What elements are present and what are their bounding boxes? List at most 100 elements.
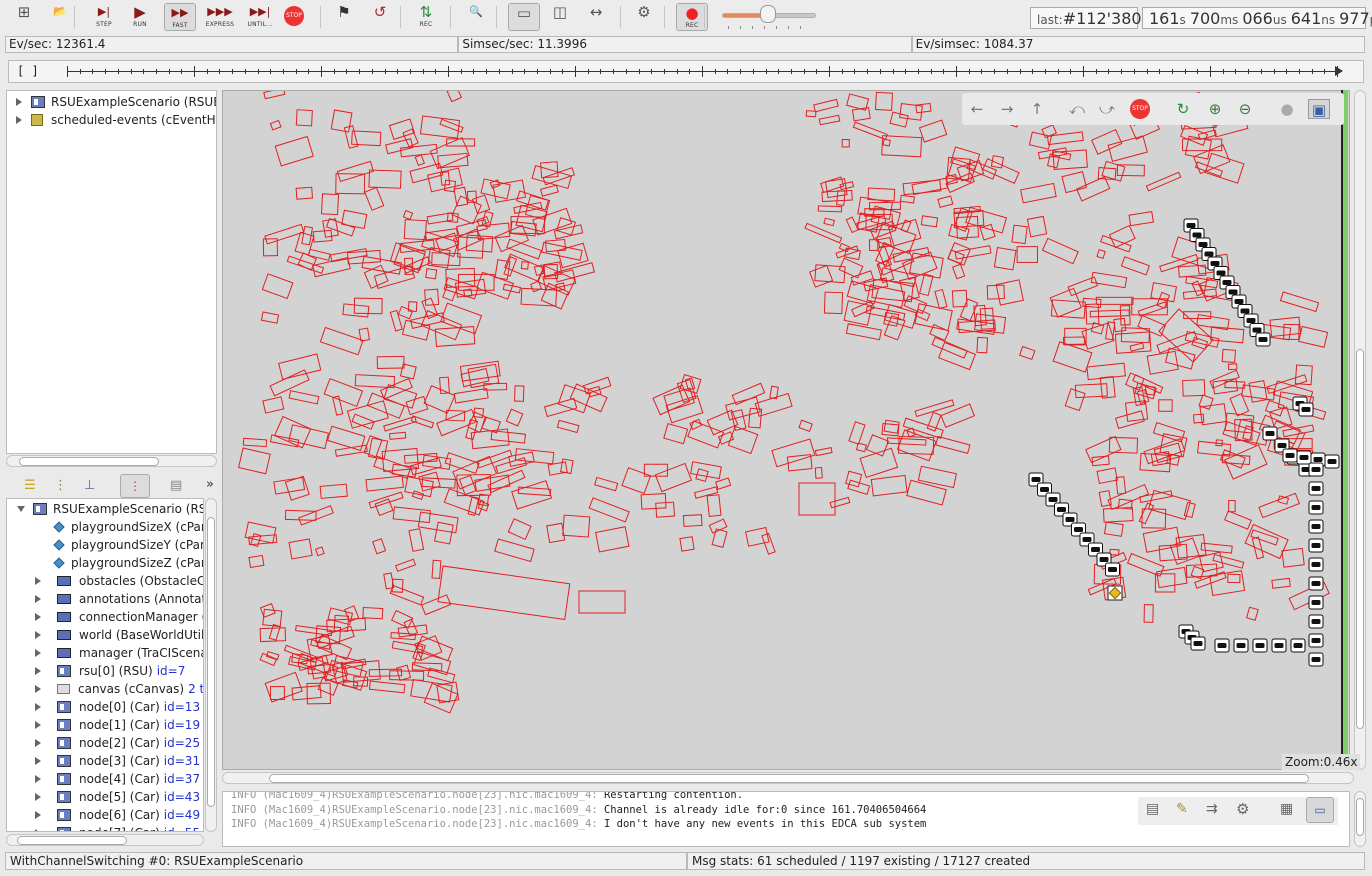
- inspector-item[interactable]: annotations (Annotation: [7, 590, 203, 608]
- car-node-icon[interactable]: [1290, 638, 1306, 653]
- scrollbar-thumb[interactable]: [1356, 798, 1364, 836]
- back-icon[interactable]: ←: [966, 99, 988, 119]
- group-by-package-icon[interactable]: ☰: [24, 478, 36, 493]
- car-node-icon[interactable]: [1214, 638, 1230, 653]
- car-node-icon[interactable]: [1308, 557, 1324, 572]
- expand-arrow-icon[interactable]: [35, 667, 41, 675]
- log-vscrollbar[interactable]: [1354, 791, 1366, 847]
- expand-arrow-icon[interactable]: [35, 613, 41, 621]
- inspector-root[interactable]: RSUExampleScenario (RSUE: [7, 500, 203, 518]
- copy-icon[interactable]: ▤: [1146, 801, 1159, 817]
- expand-arrow-icon[interactable]: [35, 577, 41, 585]
- car-node-icon[interactable]: [1324, 454, 1340, 469]
- step-button[interactable]: ▶| STEP: [88, 3, 120, 31]
- children-view-icon[interactable]: ⊥: [84, 478, 95, 493]
- inspector-item[interactable]: node[7] (Car) id=55: [7, 824, 200, 831]
- new-run-icon[interactable]: ⊞: [8, 3, 40, 31]
- collapse-arrow-icon[interactable]: [17, 506, 25, 512]
- more-icon[interactable]: »: [206, 477, 214, 492]
- run-button[interactable]: ▶ RUN: [124, 3, 156, 31]
- zoom-out-icon[interactable]: ⊖: [1234, 99, 1256, 119]
- inspector-item[interactable]: node[6] (Car) id=49: [7, 806, 200, 824]
- car-node-icon[interactable]: [1308, 538, 1324, 553]
- inspector-item[interactable]: obstacles (ObstacleCont: [7, 572, 203, 590]
- expand-arrow-icon[interactable]: [35, 811, 41, 819]
- car-node-icon[interactable]: [1308, 462, 1324, 477]
- canvas-hscrollbar[interactable]: [222, 772, 1354, 784]
- car-node-icon[interactable]: [1282, 448, 1298, 463]
- expand-arrow-icon[interactable]: [16, 116, 22, 124]
- car-node-icon[interactable]: [1308, 633, 1324, 648]
- car-node-icon[interactable]: [1255, 332, 1271, 347]
- expand-arrow-icon[interactable]: [35, 721, 41, 729]
- until-button[interactable]: ▶▶| UNTIL...: [244, 3, 276, 31]
- settings-icon[interactable]: ⚙: [628, 3, 660, 31]
- expand-arrow-icon[interactable]: [35, 685, 41, 693]
- network-canvas[interactable]: [222, 90, 1350, 770]
- inspector-item[interactable]: node[0] (Car) id=13: [7, 698, 200, 716]
- inspector-item[interactable]: node[3] (Car) id=31: [7, 752, 200, 770]
- open-icon[interactable]: 📂: [44, 3, 76, 31]
- car-node-icon[interactable]: [1262, 426, 1278, 441]
- messages-view-icon[interactable]: ▦: [1280, 801, 1293, 817]
- network-view-icon[interactable]: ▣: [1308, 99, 1330, 119]
- inspector-hscrollbar[interactable]: [6, 834, 204, 846]
- car-node-icon[interactable]: [1296, 450, 1312, 465]
- layout-horizontal-icon[interactable]: ▭: [508, 3, 540, 31]
- expand-arrow-icon[interactable]: [35, 739, 41, 747]
- car-node-icon[interactable]: [1252, 638, 1268, 653]
- canvas-vscrollbar[interactable]: [1354, 90, 1366, 770]
- inspector-item[interactable]: canvas (cCanvas)2 tople: [7, 680, 203, 698]
- timeline-toggle-icon[interactable]: ↔: [580, 3, 612, 31]
- filter-icon[interactable]: ⇉: [1206, 801, 1218, 817]
- find-icon[interactable]: 🔍: [460, 3, 492, 31]
- stop-icon[interactable]: STOP: [1130, 99, 1150, 119]
- scrollbar-thumb[interactable]: [19, 457, 159, 466]
- scrollbar-thumb[interactable]: [1356, 349, 1364, 729]
- inspector-item[interactable]: connectionManager (Cor: [7, 608, 203, 626]
- inspector-item[interactable]: playgroundSizeY (cPar) 2: [7, 536, 203, 554]
- car-node-icon[interactable]: [1298, 402, 1314, 417]
- expand-arrow-icon[interactable]: [35, 793, 41, 801]
- expand-arrow-icon[interactable]: [35, 829, 41, 831]
- inspector-item[interactable]: playgroundSizeZ (cPar) 5: [7, 554, 203, 572]
- speed-slider-handle[interactable]: [760, 5, 776, 23]
- zoom-in-icon[interactable]: ⊕: [1204, 99, 1226, 119]
- record-event-log-button[interactable]: ⇅ REC: [410, 3, 442, 31]
- up-icon[interactable]: ↑: [1026, 99, 1048, 119]
- inspector-vscrollbar[interactable]: [205, 498, 217, 832]
- log-view-icon[interactable]: ▭: [1306, 797, 1334, 823]
- inspector-item[interactable]: node[4] (Car) id=37: [7, 770, 200, 788]
- scrollbar-thumb[interactable]: [17, 836, 127, 845]
- layout-vertical-icon[interactable]: ◫: [544, 3, 576, 31]
- expand-arrow-icon[interactable]: [35, 703, 41, 711]
- flat-view-icon[interactable]: ⋮: [120, 474, 150, 498]
- car-node-icon[interactable]: [1308, 500, 1324, 515]
- express-button[interactable]: ▶▶▶ EXPRESS: [204, 3, 236, 31]
- car-node-icon[interactable]: [1308, 481, 1324, 496]
- inspect-icon[interactable]: ▤: [170, 478, 182, 493]
- expand-arrow-icon[interactable]: [35, 631, 41, 639]
- tree-item-scheduled-events[interactable]: scheduled-events (cEventHeap: [7, 111, 216, 129]
- zoom-in-step-icon[interactable]: ⤺: [1066, 99, 1088, 119]
- car-node-icon[interactable]: [1308, 576, 1324, 591]
- rebuild-icon[interactable]: ↺: [364, 3, 396, 31]
- find-icon[interactable]: ✎: [1176, 801, 1188, 817]
- forward-icon[interactable]: →: [996, 99, 1018, 119]
- fast-button[interactable]: ▶▶ FAST: [164, 3, 196, 31]
- scrollbar-thumb[interactable]: [207, 517, 215, 807]
- inspector-item[interactable]: node[5] (Car) id=43: [7, 788, 200, 806]
- inspector-item[interactable]: node[1] (Car) id=19: [7, 716, 200, 734]
- car-node-icon[interactable]: [1233, 638, 1249, 653]
- finish-flag-icon[interactable]: ⚑: [328, 3, 360, 31]
- car-node-icon[interactable]: [1271, 638, 1287, 653]
- inspector-item[interactable]: node[2] (Car) id=25: [7, 734, 200, 752]
- show-modules-icon[interactable]: ●: [1276, 99, 1298, 119]
- car-node-icon[interactable]: [1308, 614, 1324, 629]
- object-tree-hscrollbar[interactable]: [6, 455, 217, 467]
- event-timeline[interactable]: [ ]: [8, 60, 1364, 83]
- scrollbar-thumb[interactable]: [269, 774, 1309, 783]
- inheritance-view-icon[interactable]: ⋮: [54, 478, 67, 493]
- tree-item-network[interactable]: RSUExampleScenario (RSUExa: [7, 93, 216, 111]
- expand-arrow-icon[interactable]: [35, 757, 41, 765]
